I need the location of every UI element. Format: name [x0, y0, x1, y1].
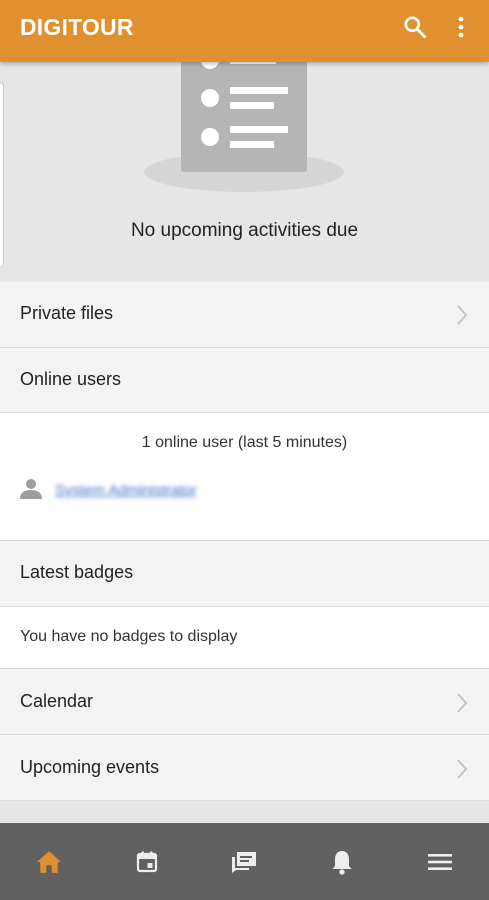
tab-menu[interactable]: [391, 823, 489, 900]
latest-badges-label: Latest badges: [20, 562, 134, 582]
upcoming-events-item[interactable]: Upcoming events: [0, 735, 489, 801]
calendar-label: Calendar: [20, 691, 94, 711]
app-bar: DIGITOUR: [0, 0, 489, 62]
bell-icon: [332, 850, 352, 875]
menu-icon: [428, 853, 453, 870]
timeline-block: No upcoming activities due: [0, 62, 489, 282]
app-title: DIGITOUR: [20, 14, 134, 40]
upcoming-events-label: Upcoming events: [20, 757, 160, 777]
badges-body: You have no badges to display: [0, 607, 489, 669]
chevron-right-icon: [457, 759, 468, 779]
tab-notifications[interactable]: [293, 823, 391, 900]
empty-list-icon: [144, 62, 344, 192]
calendar-item[interactable]: Calendar: [0, 669, 489, 735]
private-files-label: Private files: [20, 303, 114, 323]
calendar-icon: [136, 851, 157, 872]
tab-messages[interactable]: [196, 823, 294, 900]
online-users-header: Online users: [0, 348, 489, 413]
home-icon: [36, 850, 61, 873]
no-activities-message: No upcoming activities due: [130, 220, 359, 241]
online-users-label: Online users: [20, 369, 122, 389]
online-user-link[interactable]: System Administrator: [55, 482, 197, 499]
bottom-navigation: [0, 823, 489, 900]
chevron-right-icon: [457, 693, 468, 713]
tab-calendar[interactable]: [98, 823, 196, 900]
latest-badges-header: Latest badges: [0, 541, 489, 607]
messages-icon: [232, 851, 257, 873]
no-badges-text: You have no badges to display: [20, 628, 238, 645]
online-users-body: 1 online user (last 5 minutes) System Ad…: [0, 413, 489, 541]
private-files-item[interactable]: Private files: [0, 282, 489, 348]
more-options-button[interactable]: [444, 10, 478, 44]
person-icon: [20, 479, 42, 499]
more-vert-icon: [458, 16, 464, 38]
dashboard-content[interactable]: No upcoming activities due Private files…: [0, 62, 489, 822]
online-count-text: 1 online user (last 5 minutes): [141, 434, 348, 451]
search-icon: [404, 16, 427, 39]
chevron-right-icon: [457, 305, 468, 325]
tab-home[interactable]: [0, 823, 98, 900]
search-button[interactable]: [398, 10, 432, 44]
